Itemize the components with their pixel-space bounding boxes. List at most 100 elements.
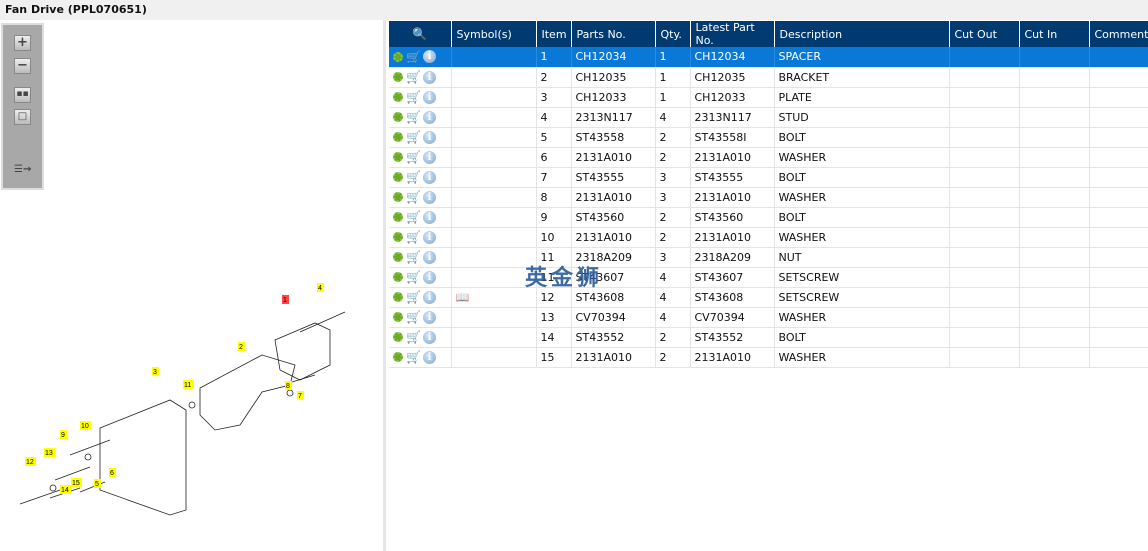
cart-icon[interactable]: 🛒 — [406, 70, 421, 84]
cart-icon[interactable]: 🛒 — [406, 310, 421, 324]
actual-size-icon[interactable]: □ — [14, 109, 31, 125]
callout-3[interactable]: 3 — [152, 367, 159, 376]
gear-icon[interactable] — [393, 292, 403, 302]
item-cell: 6 — [536, 147, 572, 168]
callout-6[interactable]: 6 — [109, 468, 116, 477]
zoom-in-icon[interactable]: + — [14, 35, 31, 51]
info-icon[interactable]: i — [423, 170, 436, 184]
gear-icon[interactable] — [393, 72, 403, 82]
cart-icon[interactable]: 🛒 — [406, 170, 421, 184]
callout-11[interactable]: 11 — [183, 380, 194, 389]
info-icon[interactable]: i — [423, 250, 436, 264]
drawing-pane[interactable]: 1 4 2 3 11 8 7 10 9 13 12 15 14 5 6 + − ▪▪ □ ☰→ — [0, 20, 386, 551]
gear-icon[interactable] — [393, 332, 403, 342]
table-row[interactable]: 🛒 i 11 ST43607 4 ST43607 SETSCREW — [389, 267, 1148, 288]
description-header[interactable]: Description — [774, 21, 950, 47]
table-row[interactable]: 🛒 i 2 CH12035 1 CH12035 BRACKET — [389, 67, 1148, 88]
table-row[interactable]: 🛒 i 7 ST43555 3 ST43555 BOLT — [389, 167, 1148, 188]
qty-cell: 1 — [655, 47, 691, 68]
gear-icon[interactable] — [393, 152, 403, 162]
callout-2[interactable]: 2 — [238, 342, 245, 351]
cart-icon[interactable]: 🛒 — [406, 130, 421, 144]
table-row[interactable]: 🛒 i 8 2131A010 3 2131A010 WASHER — [389, 187, 1148, 208]
qty-header[interactable]: Qty. — [655, 21, 691, 47]
info-icon[interactable]: i — [423, 70, 436, 84]
cart-icon[interactable]: 🛒 — [406, 250, 421, 264]
fit-all-icon[interactable]: ▪▪ — [14, 87, 31, 103]
gear-icon[interactable] — [393, 252, 403, 262]
cart-icon[interactable]: 🛒 — [406, 290, 421, 304]
table-row[interactable]: 🛒 i 11 2318A209 3 2318A209 NUT — [389, 247, 1148, 268]
info-icon[interactable]: i — [423, 330, 436, 344]
cart-icon[interactable]: 🛒 — [406, 210, 421, 224]
callout-9[interactable]: 9 — [60, 430, 67, 439]
book-icon[interactable]: 📖 — [456, 291, 470, 304]
cart-icon[interactable]: 🛒 — [406, 230, 421, 244]
info-icon[interactable]: i — [423, 310, 436, 324]
cart-icon[interactable]: 🛒 — [406, 190, 421, 204]
callout-4[interactable]: 4 — [317, 283, 324, 292]
info-icon[interactable]: i — [423, 150, 436, 164]
gear-icon[interactable] — [393, 51, 403, 62]
cart-icon[interactable]: 🛒 — [406, 110, 421, 124]
table-row[interactable]: 🛒 i 4 2313N117 4 2313N117 STUD — [389, 107, 1148, 128]
gear-icon[interactable] — [393, 232, 403, 242]
info-icon[interactable]: i — [423, 130, 436, 144]
callout-15[interactable]: 15 — [71, 478, 82, 487]
cart-icon[interactable]: 🛒 — [406, 150, 421, 164]
info-icon[interactable]: i — [423, 90, 436, 104]
table-row[interactable]: 🛒 i 1 CH12034 1 CH12034 SPACER — [389, 47, 1148, 68]
info-icon[interactable]: i — [423, 110, 436, 124]
info-icon[interactable]: i — [423, 230, 436, 244]
parts-no-header[interactable]: Parts No. — [571, 21, 656, 47]
cart-icon[interactable]: 🛒 — [406, 350, 421, 364]
callout-12[interactable]: 12 — [25, 457, 36, 466]
info-icon[interactable]: i — [423, 290, 436, 304]
cart-icon[interactable]: 🛒 — [406, 50, 421, 64]
cart-icon[interactable]: 🛒 — [406, 270, 421, 284]
gear-icon[interactable] — [393, 132, 403, 142]
info-icon[interactable]: i — [423, 50, 436, 64]
table-row[interactable]: 🛒 i 13 CV70394 4 CV70394 WASHER — [389, 307, 1148, 328]
callout-5[interactable]: 5 — [94, 479, 101, 488]
symbol-cell — [451, 267, 537, 288]
gear-icon[interactable] — [393, 192, 403, 202]
cart-icon[interactable]: 🛒 — [406, 90, 421, 104]
table-row[interactable]: 🛒 i 📖 12 ST43608 4 ST43608 SETSCREW — [389, 287, 1148, 308]
search-document-icon[interactable]: 🔍 — [412, 27, 427, 41]
table-row[interactable]: 🛒 i 6 2131A010 2 2131A010 WASHER — [389, 147, 1148, 168]
table-row[interactable]: 🛒 i 15 2131A010 2 2131A010 WASHER — [389, 347, 1148, 368]
callout-1[interactable]: 1 — [282, 295, 289, 304]
cart-icon[interactable]: 🛒 — [406, 330, 421, 344]
symbols-header[interactable]: Symbol(s) — [451, 21, 537, 47]
callout-13[interactable]: 13 — [44, 448, 55, 457]
gear-icon[interactable] — [393, 172, 403, 182]
info-icon[interactable]: i — [423, 210, 436, 224]
find-icon-header[interactable]: 🔍 — [389, 21, 452, 47]
cut-in-header[interactable]: Cut In — [1019, 21, 1090, 47]
table-row[interactable]: 🛒 i 14 ST43552 2 ST43552 BOLT — [389, 327, 1148, 348]
show-list-icon[interactable]: ☰→ — [14, 163, 31, 179]
item-header[interactable]: Item — [536, 21, 572, 47]
gear-icon[interactable] — [393, 92, 403, 102]
table-row[interactable]: 🛒 i 3 CH12033 1 CH12033 PLATE — [389, 87, 1148, 108]
table-row[interactable]: 🛒 i 10 2131A010 2 2131A010 WASHER — [389, 227, 1148, 248]
gear-icon[interactable] — [393, 212, 403, 222]
callout-7[interactable]: 7 — [297, 391, 304, 400]
cut-out-header[interactable]: Cut Out — [949, 21, 1020, 47]
info-icon[interactable]: i — [423, 350, 436, 364]
latest-part-header[interactable]: Latest Part No. — [690, 21, 775, 47]
gear-icon[interactable] — [393, 272, 403, 282]
callout-10[interactable]: 10 — [80, 421, 91, 430]
info-icon[interactable]: i — [423, 270, 436, 284]
gear-icon[interactable] — [393, 312, 403, 322]
table-row[interactable]: 🛒 i 5 ST43558 2 ST43558I BOLT — [389, 127, 1148, 148]
gear-icon[interactable] — [393, 352, 403, 362]
comment-header[interactable]: Comment — [1089, 21, 1148, 47]
zoom-out-icon[interactable]: − — [14, 58, 31, 74]
table-row[interactable]: 🛒 i 9 ST43560 2 ST43560 BOLT — [389, 207, 1148, 228]
gear-icon[interactable] — [393, 112, 403, 122]
callout-8[interactable]: 8 — [285, 381, 292, 390]
callout-14[interactable]: 14 — [60, 485, 71, 494]
info-icon[interactable]: i — [423, 190, 436, 204]
